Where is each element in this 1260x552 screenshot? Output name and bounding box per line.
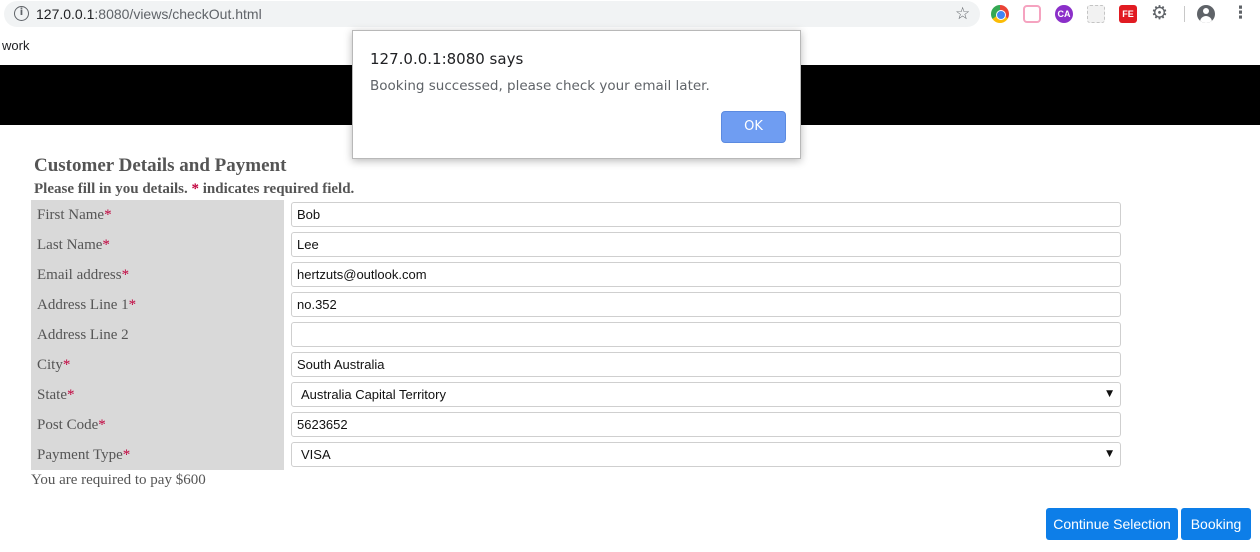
- grid-extension-icon[interactable]: [1087, 5, 1105, 23]
- label-text: Address Line 1: [37, 297, 129, 313]
- instructions-text: Please fill in you details.: [34, 181, 192, 197]
- form-instructions: Please fill in you details. * indicates …: [34, 180, 354, 198]
- browser-toolbar: i 127.0.0.1:8080/views/checkOut.html ☆ C…: [0, 0, 1260, 28]
- label-text: Email address: [37, 267, 122, 283]
- city-input[interactable]: South Australia: [291, 352, 1121, 377]
- label-city: City*: [37, 356, 70, 374]
- ca-extension-icon[interactable]: CA: [1055, 5, 1073, 23]
- gear-icon[interactable]: ⚙: [1151, 3, 1168, 23]
- fe-extension-icon[interactable]: FE: [1119, 5, 1137, 23]
- required-star: *: [67, 387, 75, 403]
- label-address-line-2: Address Line 2: [37, 326, 129, 344]
- label-text: Last Name: [37, 237, 103, 253]
- label-text: Post Code: [37, 417, 99, 433]
- dialog-ok-button[interactable]: OK: [721, 111, 786, 143]
- required-star: *: [102, 237, 110, 253]
- continue-selection-button[interactable]: Continue Selection: [1046, 508, 1178, 540]
- required-star: *: [121, 267, 130, 283]
- url-text[interactable]: 127.0.0.1:8080/views/checkOut.html: [36, 5, 262, 23]
- address-line-1-input[interactable]: no.352: [291, 292, 1121, 317]
- address-line-2-input[interactable]: [291, 322, 1121, 347]
- url-host: 127.0.0.1: [36, 6, 95, 22]
- payment-type-select-value: VISA: [301, 447, 331, 462]
- label-post-code: Post Code*: [37, 416, 106, 434]
- alert-dialog: 127.0.0.1:8080 says Booking successed, p…: [352, 30, 801, 159]
- label-text: Payment Type: [37, 447, 123, 463]
- instructions-text-end: indicates required field.: [199, 181, 355, 197]
- bookmark-work[interactable]: work: [2, 38, 29, 54]
- more-vert-icon[interactable]: ⋮: [1232, 3, 1249, 23]
- required-star: *: [191, 181, 200, 197]
- label-last-name: Last Name*: [37, 236, 110, 254]
- state-select-value: Australia Capital Territory: [301, 387, 446, 402]
- label-text: Address Line 2: [37, 327, 129, 343]
- label-address-line-1: Address Line 1*: [37, 296, 136, 314]
- state-select[interactable]: Australia Capital Territory ▼: [291, 382, 1121, 407]
- label-payment-type: Payment Type*: [37, 446, 130, 464]
- dialog-message: Booking successed, please check your ema…: [370, 78, 710, 94]
- required-star: *: [104, 207, 112, 223]
- label-text: State: [37, 387, 67, 403]
- required-star: *: [98, 417, 106, 433]
- required-star: *: [122, 447, 131, 463]
- profile-avatar-icon[interactable]: [1197, 5, 1215, 23]
- last-name-input[interactable]: Lee: [291, 232, 1121, 257]
- chevron-down-icon: ▼: [1106, 389, 1113, 399]
- label-text: First Name: [37, 207, 105, 223]
- label-text: City: [37, 357, 63, 373]
- toolbar-divider: [1184, 6, 1185, 22]
- booking-button[interactable]: Booking: [1181, 508, 1251, 540]
- label-email: Email address*: [37, 266, 129, 284]
- label-state: State*: [37, 386, 75, 404]
- url-path: :8080/views/checkOut.html: [94, 6, 262, 22]
- label-first-name: First Name*: [37, 206, 112, 224]
- chrome-extension-icon[interactable]: [991, 5, 1009, 23]
- address-bar[interactable]: i 127.0.0.1:8080/views/checkOut.html ☆: [4, 1, 980, 27]
- info-icon[interactable]: i: [14, 6, 29, 21]
- section-title: Customer Details and Payment: [34, 155, 287, 176]
- bookmark-star-icon[interactable]: ☆: [955, 4, 970, 24]
- chevron-down-icon: ▼: [1106, 449, 1113, 459]
- payment-type-select[interactable]: VISA ▼: [291, 442, 1121, 467]
- dialog-title: 127.0.0.1:8080 says: [370, 50, 524, 68]
- post-code-input[interactable]: 5623652: [291, 412, 1121, 437]
- email-input[interactable]: hertzuts@outlook.com: [291, 262, 1121, 287]
- required-star: *: [62, 357, 71, 373]
- first-name-input[interactable]: Bob: [291, 202, 1121, 227]
- payment-amount-note: You are required to pay $600: [31, 472, 206, 488]
- bilibili-extension-icon[interactable]: [1023, 5, 1041, 23]
- required-star: *: [128, 297, 137, 313]
- form-labels-column: First Name* Last Name* Email address* Ad…: [31, 200, 284, 470]
